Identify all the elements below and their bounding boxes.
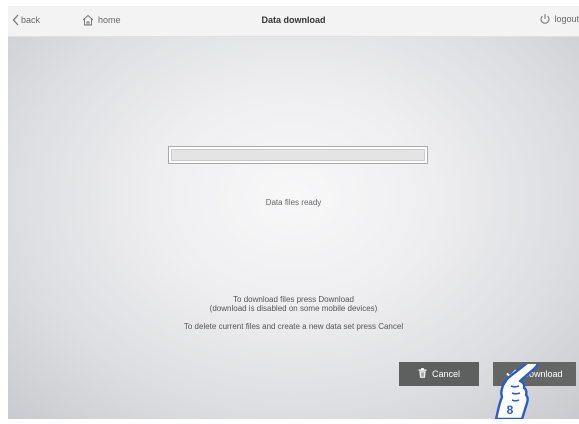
trash-icon [418, 368, 432, 380]
cancel-button[interactable]: Cancel [399, 362, 479, 386]
download-note: (download is disabled on some mobile dev… [209, 304, 378, 313]
power-icon [539, 13, 551, 25]
logout-button[interactable]: logout [539, 13, 579, 25]
top-navigation-bar: back home Data download logout [8, 6, 579, 37]
download-instruction: To download files press Download [233, 295, 354, 304]
pointing-hand-icon: 8 [486, 358, 546, 421]
cancel-label: Cancel [431, 369, 460, 379]
status-text: Data files ready [265, 198, 322, 207]
page-title: Data download [261, 15, 326, 25]
main-panel: Data files ready To download files press… [8, 37, 579, 419]
pointer-badge-number: 8 [507, 403, 514, 417]
logout-label: logout [554, 14, 579, 24]
cancel-instruction: To delete current files and create a new… [183, 322, 404, 331]
download-progress-bar [168, 146, 428, 164]
